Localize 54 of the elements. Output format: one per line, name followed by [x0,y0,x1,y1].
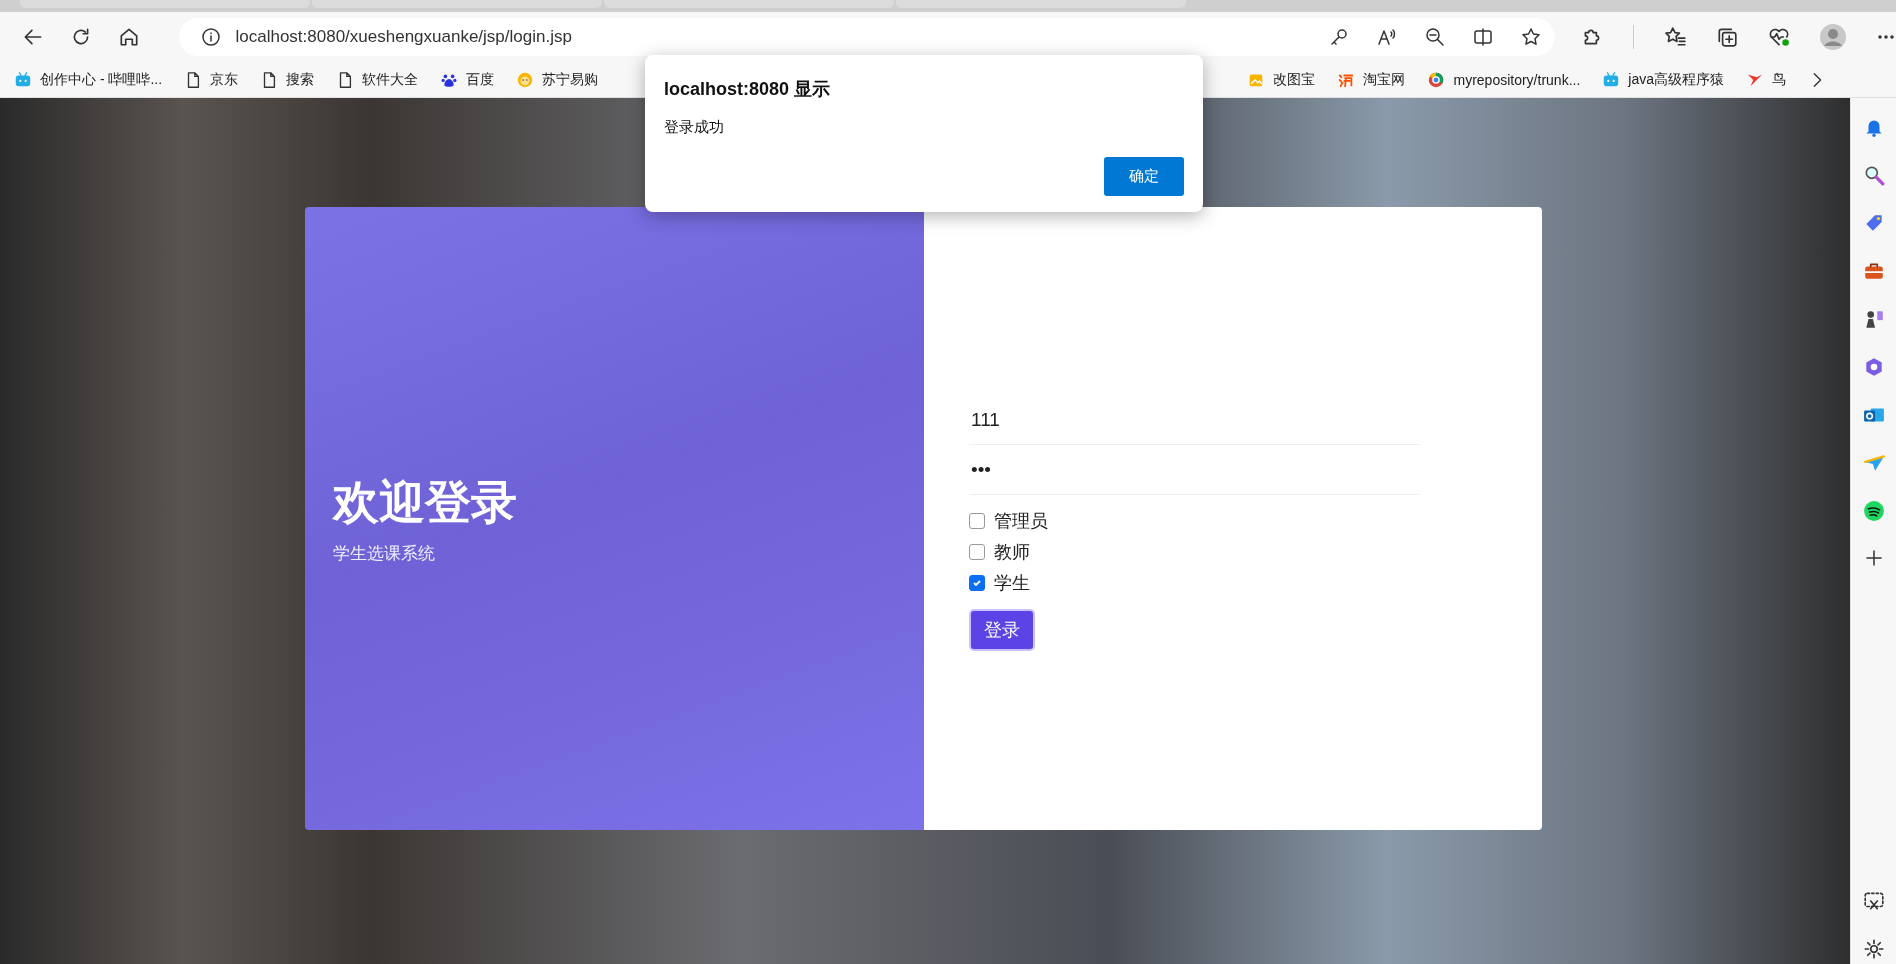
read-aloud-icon[interactable] [1377,27,1397,47]
bookmark-label[interactable]: 淘宝网 [1363,70,1406,89]
bookmark[interactable]: 搜索 [260,70,315,89]
dialog-title: localhost:8080 显示 [664,78,832,101]
dialog-message: 登录成功 [664,118,725,137]
collections-icon[interactable] [1716,26,1738,48]
heart-icon[interactable] [1768,26,1790,48]
settings-icon[interactable] [1862,938,1885,960]
role-checkbox[interactable] [969,544,985,560]
zoom-out-icon[interactable] [1425,27,1445,47]
role-checkbox[interactable] [969,513,985,529]
login-button[interactable]: 登录 [969,609,1035,651]
bookmark[interactable]: 百度 [440,70,495,89]
avatar-icon[interactable] [1820,24,1846,50]
username-field[interactable]: 111 [969,395,1419,445]
bookmark-label[interactable]: 搜索 [286,70,315,89]
bookmark-label[interactable]: 苏宁易购 [542,70,599,89]
music-circle-icon[interactable] [1862,500,1885,522]
bookmark[interactable]: 苏宁易购 [516,70,599,89]
bookmark[interactable]: 改图宝 [1247,70,1316,89]
bookmark-label[interactable]: myrepository/trunk... [1453,71,1581,88]
bookmark[interactable]: 软件大全 [336,70,419,89]
ok-button[interactable]: 确定 [1104,157,1184,196]
split-screen-icon[interactable] [1473,27,1493,47]
role-label[interactable]: 学生 [994,571,1030,595]
favorites-icon[interactable] [1664,26,1686,48]
bookmark[interactable]: java高级程序猿 [1602,70,1724,89]
bookmark[interactable]: myrepository/trunk... [1427,70,1581,89]
bookmark-label[interactable]: 百度 [466,70,495,89]
welcome-title: 欢迎登录 [333,475,518,530]
star-icon[interactable] [1521,27,1541,47]
address-bar[interactable]: localhost:8080/xueshengxuanke/jsp/login.jsp [179,18,1555,56]
password-field[interactable]: ••• [969,445,1419,495]
role-label[interactable]: 管理员 [994,509,1048,533]
bookmark-label[interactable]: java高级程序猿 [1628,70,1724,89]
screenshot-icon[interactable] [1862,890,1885,912]
plus-icon[interactable] [1863,548,1884,568]
bookmark-label[interactable]: 创作中心 - 哔哩哔... [40,70,163,89]
globe-icon[interactable] [1427,70,1446,89]
bookmark[interactable]: 鸟 [1746,70,1786,89]
role-checkbox[interactable] [969,575,985,591]
bookmark-label[interactable]: 改图宝 [1273,70,1316,89]
key-icon[interactable] [1329,27,1349,47]
bookmark[interactable]: 创作中心 - 哔哩哔... [14,70,163,89]
home-icon[interactable] [118,26,140,48]
role-label[interactable]: 教师 [994,540,1030,564]
info-icon [201,27,222,47]
bookmark[interactable]: 淘宝网 [1337,70,1406,89]
check-icon [972,578,982,588]
bookmark[interactable]: 京东 [184,70,239,89]
bookmark-label[interactable]: 鸟 [1772,70,1786,89]
bookmark-label[interactable]: 京东 [210,70,239,89]
system-subtitle: 学生选课系统 [333,543,436,565]
bookmark-label[interactable]: 软件大全 [362,70,419,89]
